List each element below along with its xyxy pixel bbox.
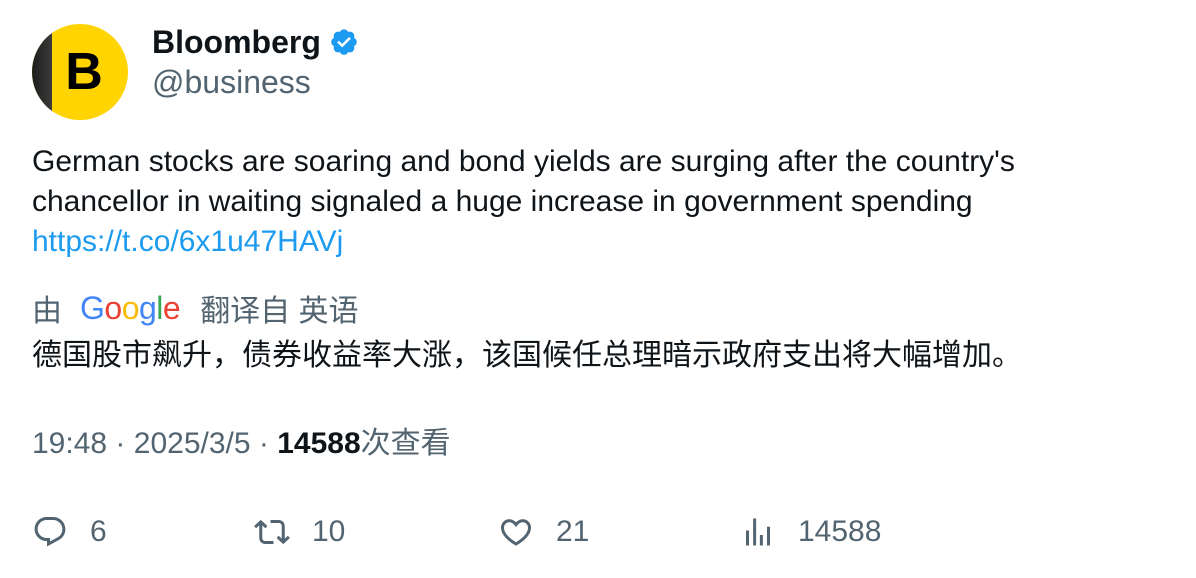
reply-icon (34, 517, 66, 547)
author-name[interactable]: Bloomberg (152, 22, 321, 62)
verified-badge-icon (331, 29, 357, 55)
like-button[interactable]: 21 (498, 510, 589, 554)
translation-suffix: 翻译自 英语 (200, 295, 359, 328)
like-count: 21 (556, 515, 590, 548)
google-logo[interactable]: Google (80, 289, 181, 327)
translated-text: 德国股市飙升，债券收益率大涨，该国候任总理暗示政府支出将大幅增加。 (32, 339, 1022, 372)
google-logo-letter: o (121, 289, 140, 326)
views-icon (746, 518, 770, 546)
author-handle[interactable]: @business (152, 62, 311, 102)
tweet-meta: 19:48 · 2025/3/5 · 14588次查看 (32, 424, 451, 464)
translation-attribution: 由 Google 翻译自 英语 (32, 288, 359, 329)
tweet-text-line: chancellor in waiting signaled a huge in… (32, 185, 973, 218)
google-logo-letter: e (162, 289, 181, 326)
tweet-time[interactable]: 19:48 (32, 427, 107, 460)
action-bar: 6 10 21 14588 (32, 510, 1172, 554)
google-logo-letter: G (80, 289, 105, 326)
avatar-shade (32, 24, 52, 120)
google-logo-letter: g (138, 289, 157, 326)
avatar[interactable]: B (32, 24, 128, 120)
tweet-text: German stocks are soaring and bond yield… (32, 142, 1152, 262)
meta-separator: · (115, 427, 126, 460)
tweet-text-line: German stocks are soaring and bond yield… (32, 145, 1015, 178)
views-button[interactable]: 14588 (740, 510, 881, 554)
tweet-link[interactable]: https://t.co/6x1u47HAVj (32, 222, 1152, 262)
meta-separator: · (258, 427, 269, 460)
retweet-button[interactable]: 10 (254, 510, 345, 554)
retweet-count: 10 (312, 515, 346, 548)
like-icon (500, 519, 532, 546)
tweet-date[interactable]: 2025/3/5 (134, 427, 251, 460)
google-logo-letter: o (104, 289, 122, 326)
reply-button[interactable]: 6 (32, 510, 107, 554)
author-name-row: Bloomberg (152, 22, 359, 62)
views-count: 14588 (277, 427, 361, 460)
views-label: 次查看 (360, 427, 451, 460)
google-logo-letter: l (156, 289, 163, 326)
retweet-icon (254, 519, 290, 545)
reply-count: 6 (90, 515, 107, 548)
translation-prefix: 由 (32, 295, 62, 328)
views-action-count: 14588 (798, 515, 882, 548)
avatar-letter: B (65, 43, 103, 101)
